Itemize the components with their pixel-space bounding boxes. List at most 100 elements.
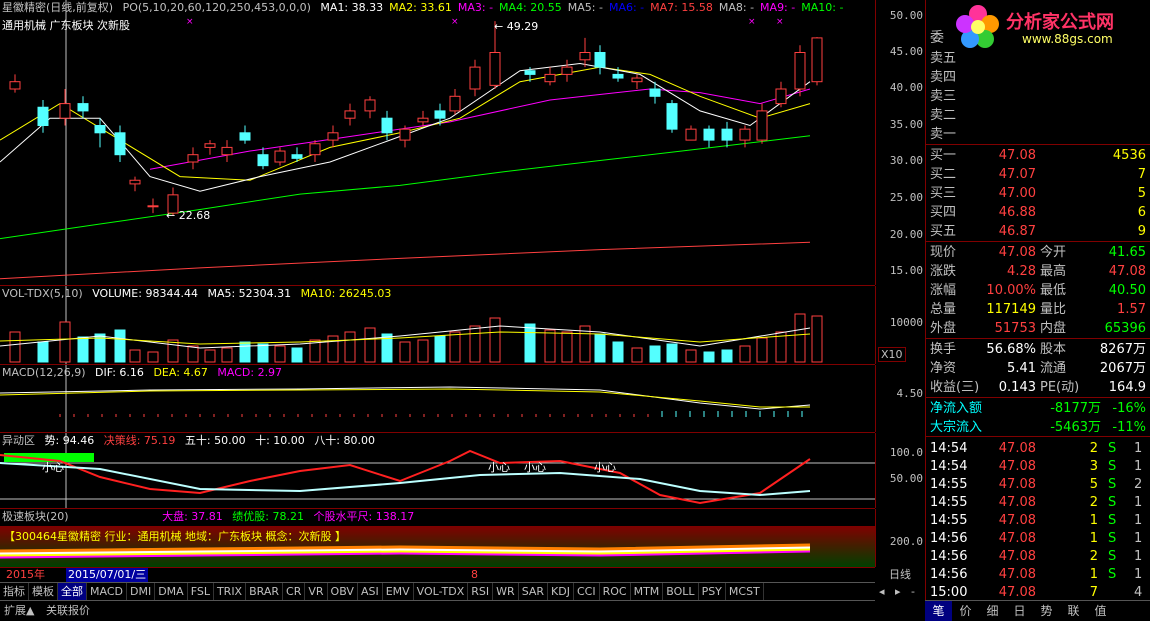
cursor-date: 2015/07/01/三 [66, 568, 149, 582]
quote-tab[interactable]: 笔 [925, 601, 952, 621]
indicator-tab[interactable]: 模板 [29, 583, 58, 601]
tick-volume: 1 [1089, 513, 1098, 528]
buy-level-row[interactable]: 买三 47.00 5 [926, 184, 1150, 203]
quote-value: 1.57 [1117, 302, 1146, 317]
tick-volume: 2 [1089, 441, 1098, 456]
buy-level-row[interactable]: 买一 47.08 4536 [926, 146, 1150, 165]
quote-tab[interactable]: 势 [1033, 601, 1060, 621]
tick-row[interactable]: 14:55 47.08 1 S 1 [926, 511, 1150, 530]
indicator-tab[interactable]: MACD [87, 583, 127, 601]
tick-row[interactable]: 14:56 47.08 1 S 1 [926, 565, 1150, 584]
indicator-tab[interactable]: CCI [574, 583, 600, 601]
quote-label: 量比 [1040, 302, 1067, 317]
quote-value: 47.08 [1108, 264, 1146, 279]
svg-text:×: × [748, 17, 756, 27]
quote-tab[interactable]: 联 [1060, 601, 1087, 621]
indicator-tab[interactable]: CR [283, 583, 306, 601]
sell-label: 卖三 [930, 89, 957, 104]
flow-row[interactable]: 大宗流入 -5463万 -11% [926, 418, 1150, 437]
fundamental-row[interactable]: 换手 56.68% 股本 8267万 [926, 340, 1150, 359]
fin-label: PE(动) [1040, 380, 1080, 395]
fin-label: 换手 [930, 342, 957, 357]
yidong-panel[interactable]: 异动区 势: 94.46 决策线: 75.19 五十: 50.00 十: 10.… [0, 433, 875, 509]
indicator-tab[interactable]: RSI [468, 583, 494, 601]
fin-label: 净资 [930, 361, 957, 376]
indicator-tab[interactable]: BRAR [246, 583, 284, 601]
fin-value: 56.68% [986, 342, 1036, 357]
tick-count: 1 [1134, 567, 1143, 582]
indicator-tab[interactable]: SAR [519, 583, 549, 601]
indicator-tab[interactable]: ROC [600, 583, 631, 601]
sell-label: 卖五 [930, 51, 957, 66]
fundamental-row[interactable]: 收益(三) 0.143 PE(动) 164.9 [926, 378, 1150, 397]
indicator-tab[interactable]: VR [305, 583, 328, 601]
quote-row[interactable]: 涨跌 4.28 最高 47.08 [926, 262, 1150, 281]
buy-price: 47.00 [998, 186, 1036, 201]
scroll-left-button[interactable]: ◂ [876, 583, 888, 601]
quote-row[interactable]: 总量 117149 量比 1.57 [926, 300, 1150, 319]
quote-tab[interactable]: 细 [979, 601, 1006, 621]
axis-tick: 30.00 [889, 154, 923, 167]
quote-value: 4.28 [1007, 264, 1036, 279]
fin-label: 收益(三) [930, 380, 980, 395]
indicator-tab[interactable]: DMI [127, 583, 156, 601]
sell-level-row[interactable]: 卖四 [926, 68, 1150, 87]
macd-panel[interactable]: MACD(12,26,9) DIF: 6.16 DEA: 4.67 MACD: … [0, 365, 875, 433]
quote-value: 41.65 [1108, 245, 1146, 260]
indicator-tab[interactable]: DMA [155, 583, 188, 601]
indicator-tab[interactable]: PSY [699, 583, 726, 601]
quote-row[interactable]: 涨幅 10.00% 最低 40.50 [926, 281, 1150, 300]
tick-row[interactable]: 14:55 47.08 2 S 1 [926, 493, 1150, 512]
tick-count: 2 [1134, 477, 1143, 492]
indicator-tab[interactable]: WR [493, 583, 519, 601]
jisu-panel[interactable]: 极速板块(20) 大盘: 37.81 绩优股: 78.21 个股水平尺: 138… [0, 509, 875, 568]
axis-tick: 15.00 [889, 264, 923, 277]
indicator-tab[interactable]: EMV [383, 583, 414, 601]
price-panel[interactable]: 星徽精密(日线,前复权) PO(5,10,20,60,120,250,453,0… [0, 0, 875, 286]
period-label[interactable]: 日线 [889, 568, 911, 582]
tick-row[interactable]: 14:54 47.08 2 S 1 [926, 439, 1150, 458]
indicator-tab[interactable]: MCST [726, 583, 764, 601]
buy-level-row[interactable]: 买二 47.07 7 [926, 165, 1150, 184]
flower-logo-icon [956, 5, 999, 48]
indicator-tab[interactable]: ASI [358, 583, 383, 601]
tick-count: 1 [1134, 495, 1143, 510]
minus-button[interactable]: - [908, 583, 918, 601]
quote-row[interactable]: 现价 47.08 今开 41.65 [926, 243, 1150, 262]
indicator-tab[interactable]: VOL-TDX [414, 583, 469, 601]
indicator-tab[interactable]: 指标 [0, 583, 29, 601]
buy-level-row[interactable]: 买四 46.88 6 [926, 203, 1150, 222]
indicator-tab[interactable]: MTM [631, 583, 664, 601]
tick-row[interactable]: 14:55 47.08 5 S 2 [926, 475, 1150, 494]
axis-tick: 45.00 [889, 45, 923, 58]
related-quotes-button[interactable]: 关联报价 [42, 604, 94, 617]
quote-tab[interactable]: 价 [952, 601, 979, 621]
tick-row[interactable]: 14:56 47.08 1 S 1 [926, 529, 1150, 548]
quote-value: 40.50 [1108, 283, 1146, 298]
buy-level-row[interactable]: 买五 46.87 9 [926, 222, 1150, 241]
fundamental-row[interactable]: 净资 5.41 流通 2067万 [926, 359, 1150, 378]
indicator-tab[interactable]: BOLL [663, 583, 699, 601]
indicator-tab[interactable]: FSL [188, 583, 214, 601]
tick-row[interactable]: 14:54 47.08 3 S 1 [926, 457, 1150, 476]
sell-level-row[interactable]: 卖一 [926, 125, 1150, 144]
expand-button[interactable]: 扩展▲ [0, 604, 38, 617]
sell-level-row[interactable]: 卖三 [926, 87, 1150, 106]
sell-level-row[interactable]: 卖二 [926, 106, 1150, 125]
quote-row[interactable]: 外盘 51753 内盘 65396 [926, 319, 1150, 338]
indicator-tab[interactable]: 全部 [58, 583, 87, 601]
tick-price: 47.08 [998, 549, 1036, 564]
sell-level-row[interactable]: 卖五 [926, 49, 1150, 68]
indicator-tab[interactable]: KDJ [548, 583, 574, 601]
fin-value: 2067万 [1099, 361, 1146, 376]
quote-tab[interactable]: 值 [1087, 601, 1114, 621]
volume-panel[interactable]: VOL-TDX(5,10) VOLUME: 98344.44 MA5: 5230… [0, 286, 875, 365]
indicator-tab[interactable]: OBV [328, 583, 358, 601]
quote-tab[interactable]: 日 [1006, 601, 1033, 621]
tick-time: 14:55 [930, 495, 968, 510]
sell-label: 卖一 [930, 127, 957, 142]
flow-row[interactable]: 净流入额 -8177万 -16% [926, 399, 1150, 418]
indicator-tab[interactable]: TRIX [214, 583, 247, 601]
scroll-right-button[interactable]: ▸ [892, 583, 904, 601]
tick-row[interactable]: 14:56 47.08 2 S 1 [926, 547, 1150, 566]
